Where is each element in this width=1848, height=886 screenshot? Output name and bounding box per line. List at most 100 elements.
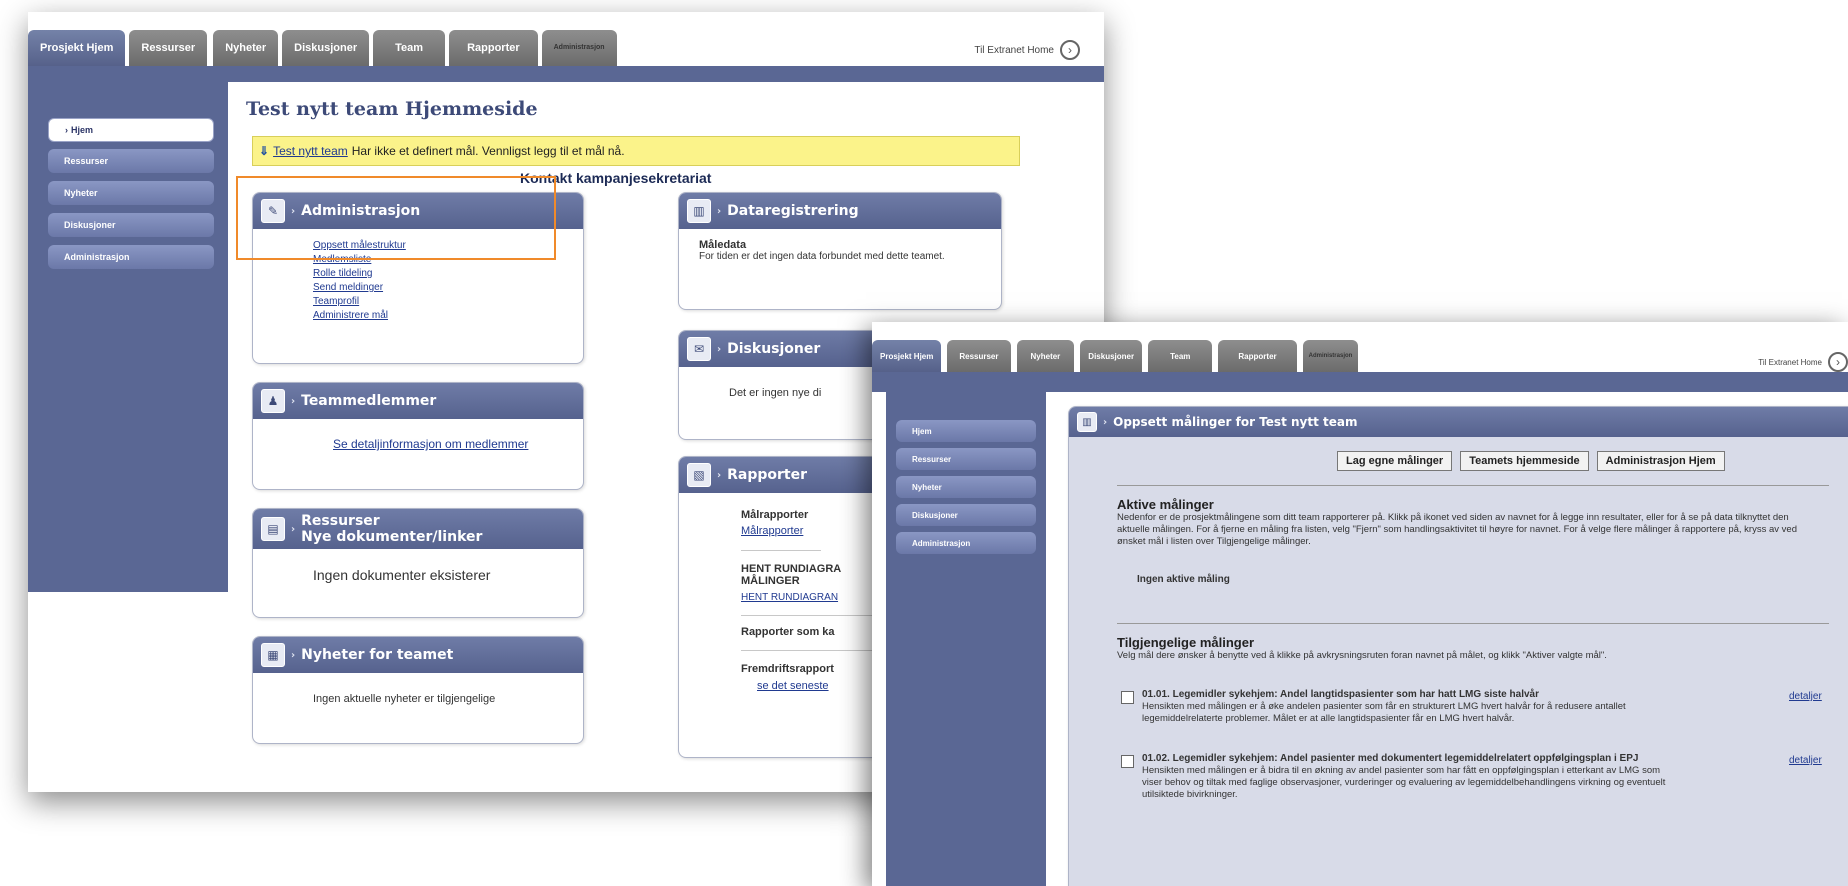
tab-diskusjoner[interactable]: Diskusjoner (1080, 340, 1143, 372)
divider (741, 550, 821, 551)
measurement-item: 01.02. Legemidler sykehjem: Andel pasien… (1121, 753, 1681, 801)
sidebar-item-ressurser[interactable]: Ressurser (48, 149, 214, 173)
extranet-home-link[interactable]: Til Extranet Home › (974, 40, 1080, 60)
link-teamprofil[interactable]: Teamprofil (313, 295, 569, 309)
teammedlemmer-panel-header: ♟ › Teammedlemmer (253, 383, 583, 419)
header-strip (28, 66, 1104, 82)
no-news-text: Ingen aktuelle nyheter er tilgjengelige (313, 693, 496, 705)
aktive-malinger-description: Nedenfor er de prosjektmålingene som dit… (1117, 512, 1797, 547)
chevron-right-icon: › (1103, 416, 1108, 428)
chevron-right-icon: › (717, 205, 722, 217)
tab-team[interactable]: Team (373, 30, 446, 66)
detaljer-link[interactable]: detaljer (1789, 755, 1822, 766)
chevron-right-icon: › (717, 469, 722, 481)
left-sidebar: › Hjem Ressurser Nyheter Diskusjoner Admi… (28, 82, 228, 592)
extranet-home-label: Til Extranet Home (974, 44, 1054, 56)
nyheter-panel: ▦ › Nyheter for teamet Ingen aktuelle ny… (252, 636, 584, 744)
measurement-setup-screenshot: Prosjekt Hjem Ressurser Nyheter Diskusjo… (872, 322, 1848, 886)
link-administrere-mal[interactable]: Administrere mål (313, 309, 569, 323)
tilgjengelige-malinger-description: Velg mål dere ønsker å benytte ved å kli… (1117, 650, 1607, 661)
no-documents-text: Ingen dokumenter eksisterer (313, 567, 491, 583)
news-icon: ▦ (261, 643, 285, 667)
sidebar-item-nyheter[interactable]: Nyheter (896, 476, 1036, 498)
measurement-description: Hensikten med målingen er å bidra til en… (1142, 765, 1666, 800)
ressurser-title-block: Ressurser Nye dokumenter/linker (301, 513, 482, 545)
panel-title: Nyheter for teamet (301, 647, 454, 663)
goal-notice-banner: ⇓ Test nytt team Har ikke et definert må… (252, 136, 1020, 166)
aktive-malinger-heading: Aktive målinger (1117, 497, 1214, 512)
sidebar-item-administrasjon[interactable]: Administrasjon (896, 532, 1036, 554)
tilgjengelige-malinger-heading: Tilgjengelige målinger (1117, 635, 1255, 650)
highlight-box (236, 176, 556, 260)
extranet-home-label: Til Extranet Home (1758, 357, 1822, 367)
sidebar-item-label: Hjem (71, 125, 94, 135)
tab-rapporter[interactable]: Rapporter (449, 30, 538, 66)
tab-ressurser[interactable]: Ressurser (129, 30, 208, 66)
administrasjon-hjem-button[interactable]: Administrasjon Hjem (1596, 451, 1725, 471)
arrow-right-icon: › (1828, 352, 1848, 372)
team-members-icon: ♟ (261, 389, 285, 413)
chevron-right-icon: › (65, 125, 68, 135)
arrow-down-icon: ⇓ (259, 144, 270, 158)
sidebar-item-hjem[interactable]: › Hjem (48, 118, 214, 142)
tab-prosjekt-hjem[interactable]: Prosjekt Hjem (28, 30, 126, 66)
detaljer-link[interactable]: detaljer (1789, 691, 1822, 702)
tab-prosjekt-hjem[interactable]: Prosjekt Hjem (872, 340, 942, 372)
oppsett-panel-header: ▥ › Oppsett målinger for Test nytt team (1069, 407, 1848, 437)
measurement-title: 01.02. Legemidler sykehjem: Andel pasien… (1142, 753, 1639, 764)
ressurser-panel: ▤ › Ressurser Nye dokumenter/linker Inge… (252, 508, 584, 618)
measurement-item: 01.01. Legemidler sykehjem: Andel langti… (1121, 689, 1681, 725)
ressurser-panel-header: ▤ › Ressurser Nye dokumenter/linker (253, 509, 583, 549)
tab-nyheter[interactable]: Nyheter (1016, 340, 1075, 372)
link-member-details[interactable]: Se detaljinformasjon om medlemmer (333, 437, 569, 451)
team-link[interactable]: Test nytt team (273, 144, 348, 158)
chevron-right-icon: › (291, 523, 296, 535)
link-send-meldinger[interactable]: Send meldinger (313, 281, 569, 295)
no-data-text: For tiden er det ingen data forbundet me… (699, 251, 945, 262)
notice-text: Har ikke et definert mål. Vennligst legg… (351, 144, 625, 158)
oppsett-malinger-panel: ▥ › Oppsett målinger for Test nytt team … (1068, 406, 1848, 886)
chevron-right-icon: › (291, 395, 296, 407)
tab-ressurser[interactable]: Ressurser (947, 340, 1011, 372)
tab-administrasjon[interactable]: Administrasjon (541, 30, 617, 66)
dataregistrering-panel: ▥ › Dataregistrering Måledata For tiden … (678, 192, 1002, 310)
top-tab-bar: Prosjekt Hjem Ressurser Nyheter Diskusjo… (28, 12, 1104, 66)
link-rolle-tildeling[interactable]: Rolle tildeling (313, 267, 569, 281)
chevron-right-icon: › (291, 649, 296, 661)
panel-title: Oppsett målinger for Test nytt team (1113, 415, 1358, 429)
top-tab-bar: Prosjekt Hjem Ressurser Nyheter Diskusjo… (872, 322, 1848, 376)
arrow-right-icon: › (1060, 40, 1080, 60)
sidebar-item-diskusjoner[interactable]: Diskusjoner (48, 213, 214, 237)
chart-icon: ▥ (1077, 412, 1097, 432)
panel-title: Teammedlemmer (301, 393, 437, 409)
hent-rundiagram-label: HENT RUNDIAGRA MÅLINGER (741, 563, 841, 587)
header-strip (872, 372, 1848, 392)
teammedlemmer-panel: ♟ › Teammedlemmer Se detaljinformasjon o… (252, 382, 584, 490)
dataregistrering-panel-header: ▥ › Dataregistrering (679, 193, 1001, 229)
lag-egne-malinger-button[interactable]: Lag egne målinger (1337, 451, 1453, 471)
tab-administrasjon[interactable]: Administrasjon (1302, 340, 1359, 372)
sidebar-item-nyheter[interactable]: Nyheter (48, 181, 214, 205)
sidebar-item-diskusjoner[interactable]: Diskusjoner (896, 504, 1036, 526)
sidebar-item-ressurser[interactable]: Ressurser (896, 448, 1036, 470)
extranet-home-link[interactable]: Til Extranet Home › (1758, 352, 1848, 372)
tab-rapporter[interactable]: Rapporter (1218, 340, 1297, 372)
tab-team[interactable]: Team (1148, 340, 1213, 372)
tab-nyheter[interactable]: Nyheter (213, 30, 279, 66)
tilgjengelige-malinger-section: Tilgjengelige målinger Velg mål dere øns… (1117, 635, 1817, 662)
measurement-checkbox[interactable] (1121, 691, 1134, 704)
sidebar-item-hjem[interactable]: Hjem (896, 420, 1036, 442)
chart-icon: ▥ (687, 199, 711, 223)
panel-title: Ressurser (301, 513, 380, 529)
panel-title: Diskusjoner (727, 341, 821, 357)
chevron-right-icon: › (717, 343, 722, 355)
teamets-hjemmeside-button[interactable]: Teamets hjemmeside (1460, 451, 1589, 471)
tab-diskusjoner[interactable]: Diskusjoner (282, 30, 370, 66)
measurement-description: Hensikten med målingen er å øke andelen … (1142, 701, 1626, 724)
divider (1117, 485, 1829, 486)
page-title: Test nytt team Hjemmeside (246, 98, 538, 120)
nyheter-panel-header: ▦ › Nyheter for teamet (253, 637, 583, 673)
maledata-heading: Måledata (699, 239, 747, 251)
sidebar-item-administrasjon[interactable]: Administrasjon (48, 245, 214, 269)
measurement-checkbox[interactable] (1121, 755, 1134, 768)
